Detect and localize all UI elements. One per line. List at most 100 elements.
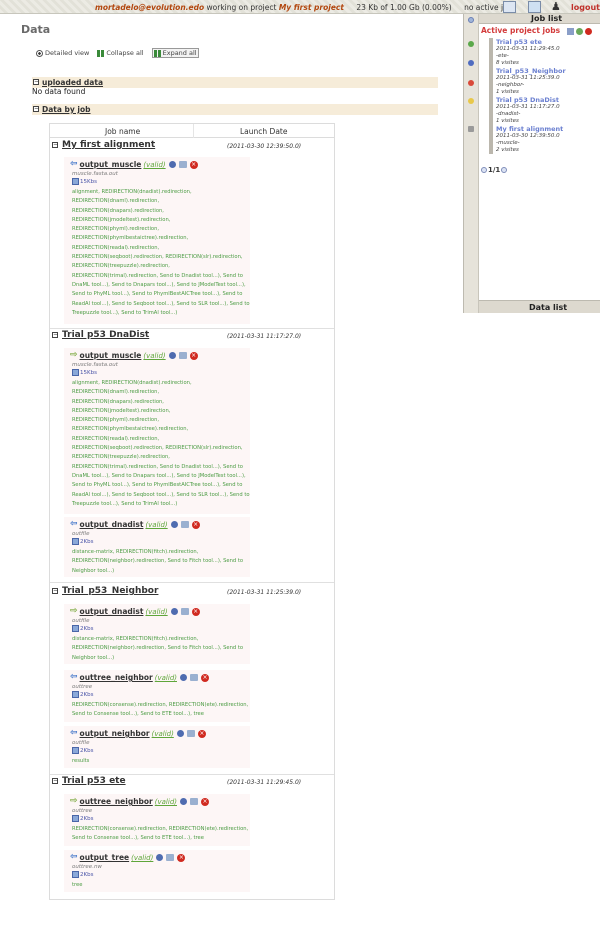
trash-icon[interactable] (468, 126, 474, 132)
output-name[interactable]: output_muscle (80, 160, 142, 169)
green-status-icon[interactable] (468, 41, 474, 47)
collapse-panel-icon[interactable] (468, 17, 474, 23)
collapse-toggle-icon[interactable]: − (52, 332, 58, 338)
delete-icon[interactable]: × (177, 853, 186, 862)
panel-job-item[interactable]: Trial p53 DnaDist 2011-03-31 11:17:27.0 … (496, 96, 600, 125)
panel-job-item[interactable]: My first alignment 2011-03-30 12:39:50.0… (496, 125, 600, 154)
expand-all-button[interactable]: Expand all (151, 48, 199, 58)
delete-icon[interactable]: × (201, 673, 209, 682)
blue-status-icon[interactable] (468, 60, 474, 66)
panel-job-name[interactable]: My first alignment (496, 125, 600, 133)
download-icon[interactable] (170, 521, 178, 528)
panel-job-name[interactable]: Trial p53 DnaDist (496, 96, 600, 104)
panel-job-item[interactable]: Trial p53 ete 2011-03-31 11:29:45.0 -ete… (496, 38, 600, 67)
delete-icon[interactable]: × (191, 607, 200, 616)
output-name[interactable]: output_tree (80, 853, 130, 862)
user-icon[interactable]: ♟ (551, 1, 564, 13)
output-name[interactable]: output_neighbor (80, 729, 150, 738)
collapse-toggle-icon[interactable]: − (33, 106, 39, 112)
display-icon[interactable] (180, 608, 189, 615)
data-by-job-label[interactable]: Data by job (42, 105, 91, 114)
output-name[interactable]: output_dnadist (80, 520, 144, 529)
panel-job-item[interactable]: Trial_p53_Neighbor 2011-03-31 11:25:39.0… (496, 67, 600, 96)
uploaded-data-label[interactable]: uploaded data (42, 78, 103, 87)
prev-page-icon[interactable] (481, 167, 487, 173)
panel-job-name[interactable]: Trial p53 ete (496, 38, 600, 46)
download-icon[interactable] (180, 798, 187, 805)
output-status[interactable]: (valid) (131, 854, 153, 862)
col-launch-date[interactable]: Launch Date (240, 127, 287, 136)
refresh-icon[interactable] (576, 28, 583, 35)
download-icon[interactable] (168, 352, 176, 359)
output-links[interactable]: alignment, REDIRECTION(dnadist).redirect… (72, 188, 250, 318)
window-icon[interactable] (528, 1, 541, 13)
col-job-name[interactable]: Job name (105, 127, 140, 136)
delete-icon[interactable]: × (197, 729, 206, 738)
collapse-toggle-icon[interactable]: − (52, 142, 58, 148)
delete-icon[interactable]: × (191, 520, 200, 529)
list-icon[interactable] (567, 28, 574, 35)
output-status[interactable]: (valid) (143, 352, 165, 360)
collapse-toggle-icon[interactable]: − (52, 588, 58, 594)
output-links[interactable]: tree (72, 881, 250, 890)
display-icon[interactable] (190, 674, 198, 681)
job-name[interactable]: My first alignment (62, 140, 155, 150)
display-icon[interactable] (178, 161, 187, 168)
output-links[interactable]: results (72, 757, 250, 766)
output-name[interactable]: outtree_neighbor (80, 797, 153, 806)
panel-job-name[interactable]: Trial_p53_Neighbor (496, 67, 600, 75)
download-icon[interactable] (156, 854, 164, 861)
yellow-status-icon[interactable] (468, 98, 474, 104)
output-size: 15Kbs (72, 178, 97, 185)
display-icon[interactable] (190, 798, 198, 805)
job-row[interactable]: − Trial p53 ete (2011-03-31 11:29:45.0) (50, 775, 334, 789)
display-icon[interactable] (178, 352, 187, 359)
logout-link[interactable]: logout (571, 3, 600, 12)
collapse-all-button[interactable]: Collapse all (97, 48, 144, 58)
output-links[interactable]: distance-matrix, REDIRECTION(fitch).redi… (72, 548, 250, 576)
output-links[interactable]: distance-matrix, REDIRECTION(fitch).redi… (72, 635, 250, 663)
output-status[interactable]: (valid) (155, 798, 177, 806)
output-name[interactable]: outtree_neighbor (80, 673, 153, 682)
output-status[interactable]: (valid) (145, 521, 167, 529)
project-name[interactable]: My first project (279, 3, 344, 12)
collapse-toggle-icon[interactable]: − (33, 79, 39, 85)
panel-job-method: -ete- (496, 53, 509, 59)
output-status[interactable]: (valid) (152, 730, 174, 738)
output-status[interactable]: (valid) (143, 161, 165, 169)
red-status-icon[interactable] (468, 80, 474, 86)
output-status[interactable]: (valid) (155, 674, 177, 682)
download-icon[interactable] (168, 161, 176, 168)
output-name[interactable]: output_dnadist (80, 607, 144, 616)
output-name[interactable]: output_muscle (80, 351, 142, 360)
job-row[interactable]: − Trial p53 DnaDist (2011-03-31 11:17:27… (50, 329, 334, 343)
data-list-label[interactable]: Data list (529, 303, 567, 312)
detailed-view-option[interactable]: Detailed view (36, 48, 89, 58)
job-name[interactable]: Trial_p53_Neighbor (62, 586, 158, 596)
display-icon[interactable] (180, 521, 189, 528)
job-row[interactable]: − My first alignment (2011-03-30 12:39:5… (50, 139, 334, 153)
download-icon[interactable] (180, 674, 187, 681)
output-status[interactable]: (valid) (145, 608, 167, 616)
display-icon[interactable] (186, 730, 195, 737)
download-icon[interactable] (170, 608, 178, 615)
job-row[interactable]: − Trial_p53_Neighbor (2011-03-31 11:25:3… (50, 585, 334, 599)
collapse-toggle-icon[interactable]: − (52, 778, 58, 784)
download-icon[interactable] (176, 730, 184, 737)
output-links[interactable]: REDIRECTION(consense).redirection, REDIR… (72, 701, 250, 720)
display-icon[interactable] (166, 854, 175, 861)
job-name[interactable]: Trial p53 ete (62, 776, 126, 786)
uploaded-data-header[interactable]: − uploaded data (32, 77, 438, 88)
output-links[interactable]: REDIRECTION(consense).redirection, REDIR… (72, 825, 250, 844)
output-links[interactable]: alignment, REDIRECTION(dnadist).redirect… (72, 379, 250, 509)
delete-icon[interactable]: × (201, 797, 209, 806)
data-by-job-header[interactable]: − Data by job (32, 104, 438, 115)
delete-icon[interactable]: × (189, 351, 198, 360)
upload-icon[interactable] (503, 1, 516, 13)
close-icon[interactable] (585, 28, 592, 35)
panel-footer[interactable]: Data list (479, 300, 600, 313)
next-page-icon[interactable] (501, 167, 508, 173)
job-name[interactable]: Trial p53 DnaDist (62, 330, 149, 340)
delete-icon[interactable]: × (189, 160, 198, 169)
arrow-right-icon: ⇨ (70, 350, 78, 360)
